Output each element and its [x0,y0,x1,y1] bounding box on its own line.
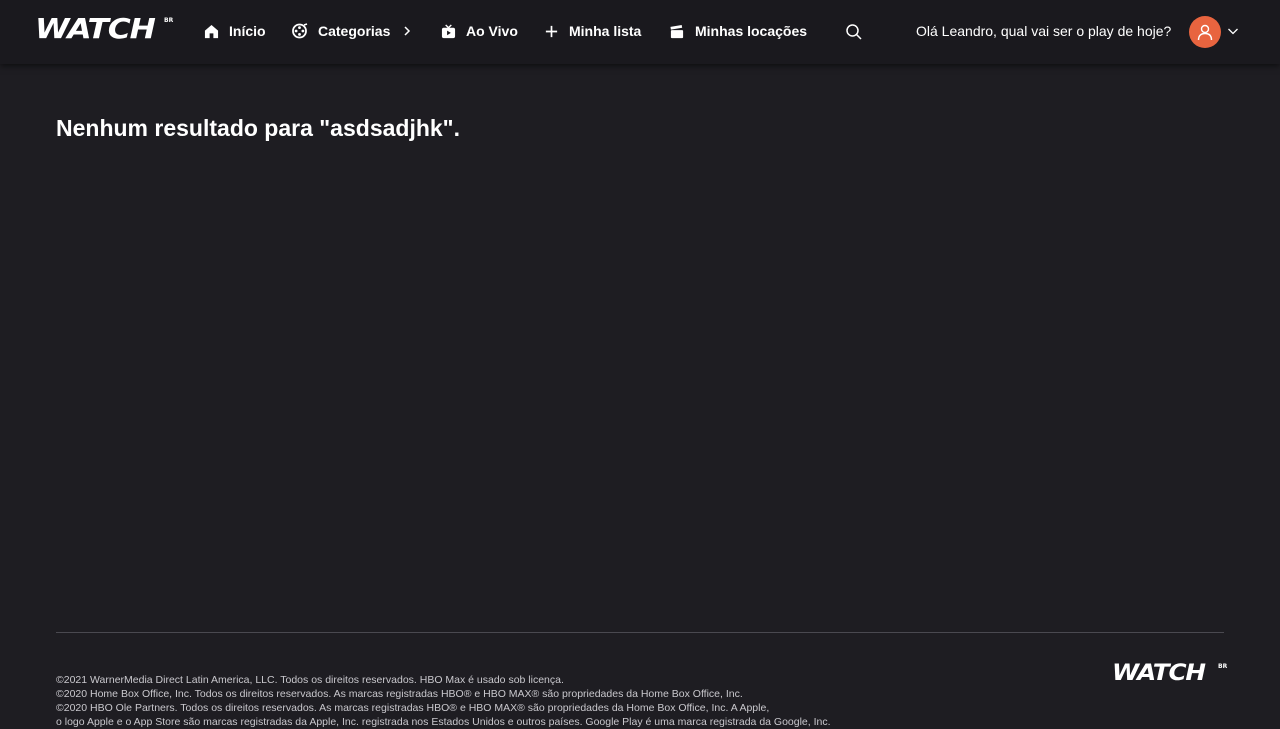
home-icon [204,24,219,38]
nav-item-minha-lista[interactable]: Minha lista [544,21,641,41]
chevron-right-icon [404,26,411,36]
footer-watch-logo: WATCH BR [1112,663,1227,687]
search-icon[interactable] [845,23,863,41]
logo-superscript: BR [1218,663,1228,670]
copyright-line: ©2021 WarnerMedia Direct Latin America, … [56,674,564,686]
logo-text: WATCH [1112,661,1206,686]
top-navigation-bar: WATCH BR Início Categorias Ao Vivo Minha… [0,0,1280,64]
copyright-line: ©2020 HBO Ole Partners. Todos os direito… [56,702,770,714]
copyright-line: o logo Apple e o App Store são marcas re… [56,716,831,728]
no-results-title: Nenhum resultado para "asdsadjhk". [56,115,460,141]
chevron-down-icon[interactable] [1227,25,1239,37]
nav-label: Ao Vivo [466,23,518,39]
user-icon [1197,24,1213,41]
nav-item-ao-vivo[interactable]: Ao Vivo [441,21,518,41]
avatar[interactable] [1189,16,1221,48]
nav-label: Minha lista [569,23,642,39]
plus-icon [545,25,558,37]
nav-item-categorias[interactable]: Categorias [292,21,412,41]
nav-label: Categorias [318,23,391,39]
nav-item-inicio[interactable]: Início [204,21,266,41]
nav-label: Início [229,23,266,39]
nav-item-minhas-locacoes[interactable]: Minhas locações [669,21,807,41]
clapperboard-icon [670,24,684,38]
copyright-line: ©2020 Home Box Office, Inc. Todos os dir… [56,688,743,700]
watch-logo[interactable]: WATCH BR [35,15,173,43]
nav-label: Minhas locações [695,23,808,39]
footer-copyright: ©2021 WarnerMedia Direct Latin America, … [56,673,956,729]
live-tv-icon [441,23,456,38]
film-reel-icon [292,23,308,39]
footer-divider [56,632,1224,633]
logo-superscript: BR [164,17,174,24]
user-greeting: Olá Leandro, qual vai ser o play de hoje… [916,23,1172,39]
logo-text: WATCH [35,12,156,45]
